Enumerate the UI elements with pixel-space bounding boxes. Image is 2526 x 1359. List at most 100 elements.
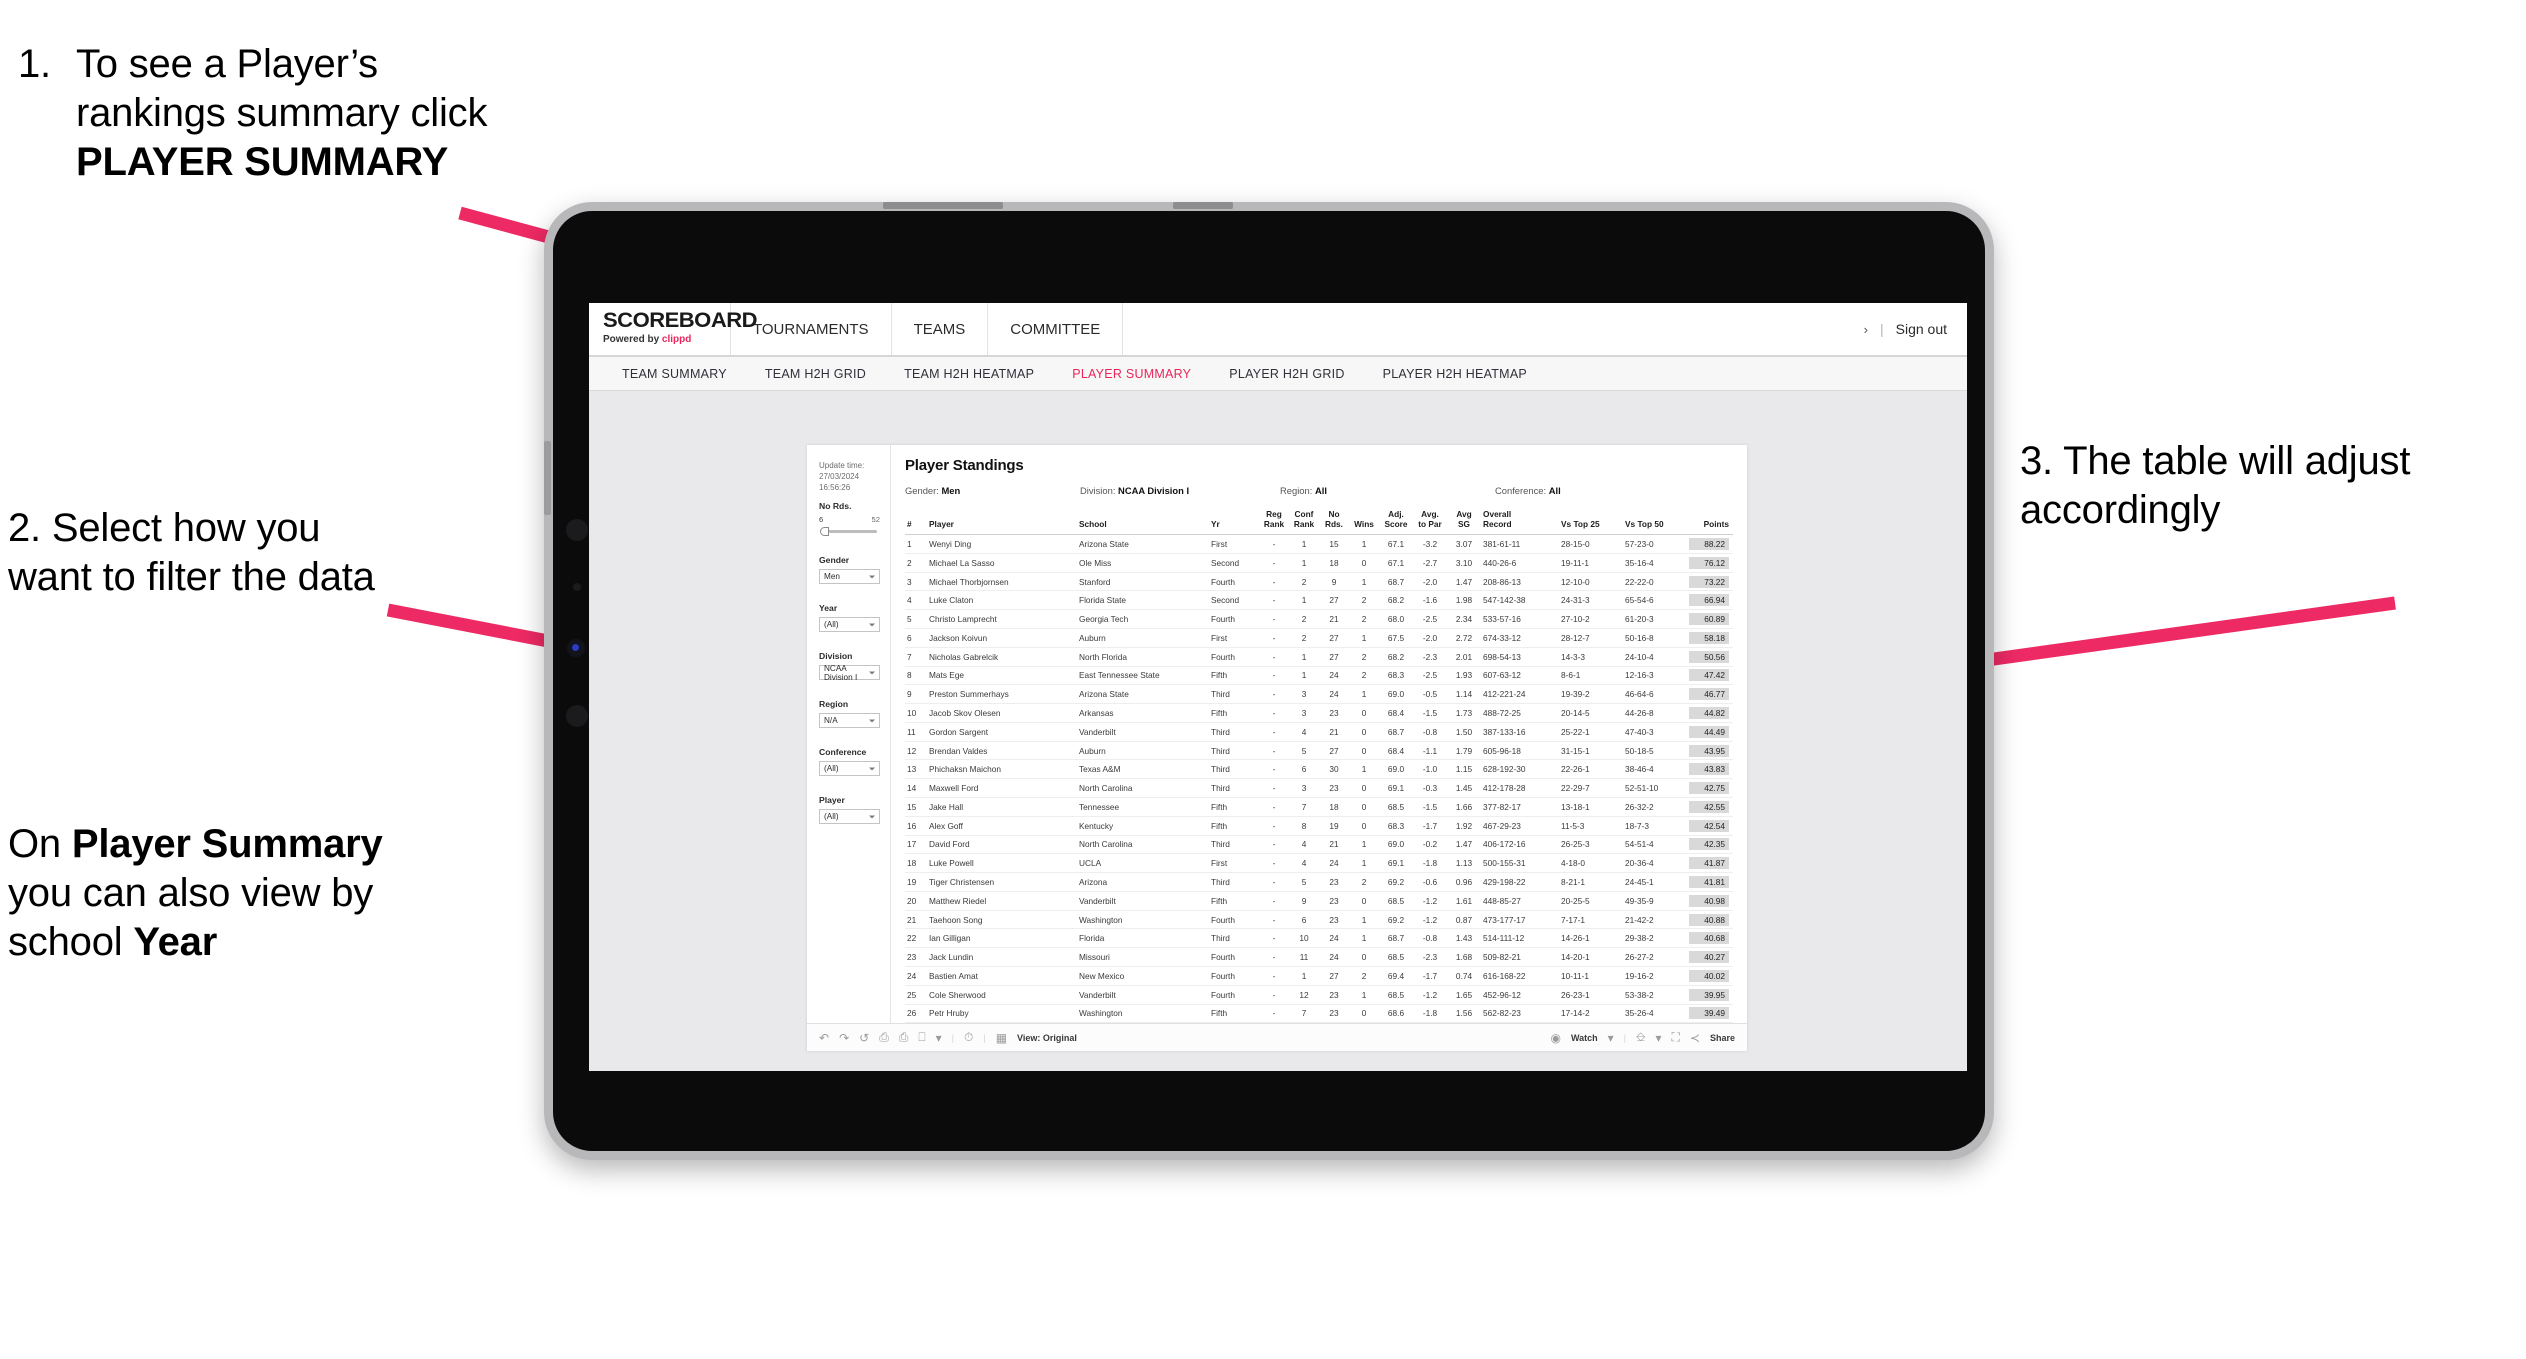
filter-region-select[interactable]: N/A	[819, 713, 880, 728]
column-header-school[interactable]: School	[1077, 510, 1209, 536]
chevron-right-icon[interactable]: ›	[1864, 322, 1868, 337]
table-row[interactable]: 11 Gordon Sargent Vanderbilt Third -4 21 0 68.7…	[905, 722, 1733, 742]
column-header-player[interactable]: Player	[927, 510, 1077, 536]
cell-vs-top-50: 44-26-8	[1623, 703, 1687, 723]
points-value: 66.94	[1689, 594, 1729, 607]
column-header-no-rds[interactable]: No Rds.	[1319, 509, 1349, 536]
table-row[interactable]: 8 Mats Ege East Tennessee State Fifth -1 24 2 6…	[905, 666, 1733, 686]
table-row[interactable]: 7 Nicholas Gabrelcik North Florida Fourth -1…	[905, 647, 1733, 667]
table-row[interactable]: 16 Alex Goff Kentucky Fifth -8 19 0 68.3 -1.7 1.9…	[905, 816, 1733, 836]
table-row[interactable]: 1 Wenyi Ding Arizona State First -1 15 1 67.1 -3…	[905, 534, 1733, 554]
table-row[interactable]: 9 Preston Summerhays Arizona State Third -3 2…	[905, 684, 1733, 705]
cell-conf-rank: 1	[1289, 553, 1319, 573]
table-row[interactable]: 17 David Ford North Carolina Third -4 21 1 69.0…	[905, 835, 1733, 855]
filter-division-select[interactable]: NCAA Division I	[819, 664, 880, 682]
tab-team-summary[interactable]: TEAM SUMMARY	[603, 367, 746, 381]
top-nav-committee[interactable]: COMMITTEE	[988, 303, 1124, 355]
watch-eye-icon[interactable]: ◉	[1550, 1031, 1560, 1045]
cell-conf-rank: 4	[1289, 853, 1319, 874]
column-header-vs-top-50[interactable]: Vs Top 50	[1623, 510, 1687, 536]
cell-vs-top-50: 50-16-8	[1623, 628, 1687, 648]
watch-button[interactable]: Watch	[1571, 1033, 1598, 1043]
table-row[interactable]: 18 Luke Powell UCLA First -4 24 1 69.1 -1.8 1.13 5…	[905, 853, 1733, 874]
table-row[interactable]: 26 Petr Hruby Washington Fifth -7 23 0 68.6 -1.8…	[905, 1004, 1733, 1024]
cell-adj-score: 68.5	[1379, 947, 1413, 968]
table-row[interactable]: 5 Christo Lamprecht Georgia Tech Fourth -2 21…	[905, 609, 1733, 629]
brand-logo[interactable]: SCOREBOARD Powered by clippd	[589, 303, 758, 355]
table-row[interactable]: 20 Matthew Riedel Vanderbilt Fifth -9 23 0 68.5…	[905, 891, 1733, 911]
column-header-adj-score[interactable]: Adj. Score	[1379, 509, 1413, 536]
cell-vs-top-25: 19-11-1	[1559, 553, 1623, 573]
table-row[interactable]: 12 Brendan Valdes Auburn Third -5 27 0 68.4 -1.1…	[905, 741, 1733, 761]
table-row[interactable]: 14 Maxwell Ford North Carolina Third -3 23 0 69…	[905, 778, 1733, 798]
redo-icon[interactable]: ↷	[839, 1031, 849, 1045]
cell-: 2	[905, 553, 927, 573]
column-header-overall-record[interactable]: Overall Record	[1481, 509, 1559, 536]
filter-year-select[interactable]: (All)	[819, 617, 880, 632]
view-original-button[interactable]: View: Original	[1017, 1033, 1077, 1043]
column-header-[interactable]: #	[905, 510, 927, 536]
filter-no-rounds-slider[interactable]	[819, 526, 880, 536]
pause-auto-update-icon[interactable]: ⎙	[899, 1030, 909, 1045]
top-nav-teams[interactable]: TEAMS	[892, 303, 989, 355]
filter-conference-select[interactable]: (All)	[819, 761, 880, 776]
history-clock-icon[interactable]: ⏱	[964, 1030, 973, 1045]
cell-vs-top-25: 7-17-1	[1559, 910, 1623, 930]
tab-player-h2h-heatmap[interactable]: PLAYER H2H HEATMAP	[1364, 367, 1546, 381]
chevron-down-icon[interactable]: ▾	[936, 1031, 942, 1045]
filter-gender-select[interactable]: Men	[819, 569, 880, 584]
table-row[interactable]: 15 Jake Hall Tennessee Fifth -7 18 0 68.5 -1.5 1.…	[905, 797, 1733, 817]
fullscreen-icon[interactable]: ⛶	[1672, 1030, 1680, 1045]
cell-avg-sg: 1.68	[1447, 947, 1481, 968]
cell-wins: 0	[1349, 797, 1379, 817]
view-icon[interactable]: ▦	[996, 1031, 1007, 1045]
filter-player-select[interactable]: (All)	[819, 809, 880, 824]
column-header-conf-rank[interactable]: Conf Rank	[1289, 509, 1319, 536]
table-row[interactable]: 24 Bastien Amat New Mexico Fourth -1 27 2 69.4-…	[905, 966, 1733, 986]
cell-conf-rank: 3	[1289, 703, 1319, 723]
table-row[interactable]: 25 Cole Sherwood Vanderbilt Fourth -12 23 1 68.…	[905, 985, 1733, 1005]
undo-icon[interactable]: ↶	[819, 1031, 829, 1045]
table-row[interactable]: 19 Tiger Christensen Arizona Third -5 23 2 69.2…	[905, 872, 1733, 892]
cell-avg-to-par: -2.0	[1413, 572, 1447, 592]
filter-summary-region-label: Region:	[1280, 485, 1313, 496]
tab-player-h2h-grid[interactable]: PLAYER H2H GRID	[1210, 367, 1363, 381]
tab-player-summary[interactable]: PLAYER SUMMARY	[1053, 367, 1210, 381]
share-icon[interactable]: ≺	[1690, 1031, 1700, 1045]
tab-team-h2h-grid[interactable]: TEAM H2H GRID	[746, 367, 885, 381]
column-header-yr[interactable]: Yr	[1209, 510, 1259, 536]
chevron-down-icon[interactable]: ▾	[1608, 1031, 1614, 1045]
table-row[interactable]: 4 Luke Claton Florida State Second -1 27 2 68.2…	[905, 590, 1733, 611]
column-header-points[interactable]: Points	[1687, 510, 1733, 536]
cell-school: Auburn	[1077, 741, 1209, 761]
table-row[interactable]: 13 Phichaksn Maichon Texas A&M Third -6 30 1 69…	[905, 759, 1733, 780]
column-header-reg-rank[interactable]: Reg Rank	[1259, 509, 1289, 536]
filter-summary-gender-label: Gender:	[905, 485, 939, 496]
table-row[interactable]: 23 Jack Lundin Missouri Fourth -11 24 0 68.5 -2.…	[905, 947, 1733, 968]
column-header-vs-top-25[interactable]: Vs Top 25	[1559, 510, 1623, 536]
tab-team-h2h-heatmap[interactable]: TEAM H2H HEATMAP	[885, 367, 1053, 381]
column-header-avg-sg[interactable]: Avg SG	[1447, 509, 1481, 536]
cell-avg-to-par: -1.7	[1413, 966, 1447, 986]
table-row[interactable]: 3 Michael Thorbjornsen Stanford Fourth -2 9 1 6…	[905, 572, 1733, 592]
chevron-down-icon[interactable]: ▾	[1655, 1031, 1661, 1045]
download-icon[interactable]: ⎒	[1636, 1030, 1645, 1045]
table-row[interactable]: 10 Jacob Skov Olesen Arkansas Fifth -3 23 0 68.…	[905, 703, 1733, 723]
share-button[interactable]: Share	[1710, 1033, 1735, 1043]
table-row[interactable]: 21 Taehoon Song Washington Fourth -6 23 1 69.2-…	[905, 910, 1733, 930]
revert-icon[interactable]: ↺	[859, 1031, 869, 1045]
table-row[interactable]: 22 Ian Gilligan Florida Third -10 24 1 68.7 -0.8…	[905, 928, 1733, 949]
column-header-wins[interactable]: Wins	[1349, 510, 1379, 536]
cell-overall-record: 440-26-6	[1481, 553, 1559, 573]
cell-no-rds: 24	[1319, 666, 1349, 686]
column-header-avg-to-par[interactable]: Avg. to Par	[1413, 509, 1447, 536]
cell-points: 40.02	[1687, 966, 1733, 986]
refresh-data-icon[interactable]: ⎙	[879, 1030, 889, 1045]
slider-handle[interactable]	[820, 526, 829, 536]
device-layout-icon[interactable]: ⎕	[918, 1030, 925, 1045]
cell-reg-rank: -	[1259, 910, 1289, 930]
table-row[interactable]: 6 Jackson Koivun Auburn First -2 27 1 67.5 -2.0 2…	[905, 628, 1733, 648]
cell-reg-rank: -	[1259, 553, 1289, 573]
table-row[interactable]: 2 Michael La Sasso Ole Miss Second -1 18 0 67.1…	[905, 553, 1733, 573]
sign-out-button[interactable]: Sign out	[1896, 321, 1947, 337]
